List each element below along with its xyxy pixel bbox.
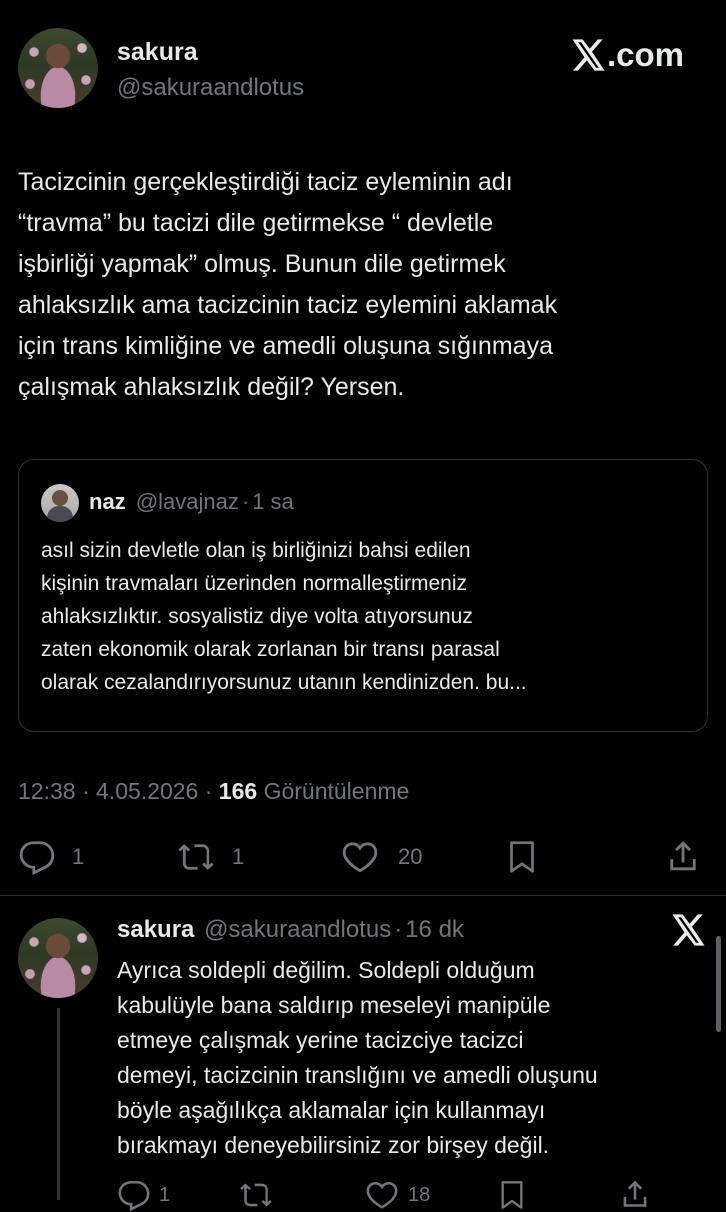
quote-line: zaten ekonomik olarak zorlanan bir trans… [41, 638, 500, 661]
bookmark-button[interactable] [504, 838, 540, 876]
share-icon [623, 1180, 647, 1207]
reply-line: demeyi, tacizcinin translığını ve amedli… [117, 1062, 598, 1088]
avatar[interactable] [18, 918, 98, 998]
tweet-line: Tacizcinin gerçekleştirdiği taciz eylemi… [18, 168, 513, 196]
quote-line: kişinin travmaları üzerinden normalleşti… [41, 572, 467, 595]
tweet-time[interactable]: 12:38 [18, 778, 76, 804]
views-label: Görüntülenme [263, 778, 410, 804]
reply-icon [19, 841, 55, 876]
tweet-line: ahlaksızlık ama tacizcinin taciz eylemin… [18, 291, 558, 319]
reply-header: sakura @sakuraandlotus · 16 dk [117, 916, 464, 944]
tweet-line: işbirliği yapmak” olmuş. Bunun dile geti… [18, 250, 506, 278]
meta-dot: · [81, 778, 90, 804]
tweet-date[interactable]: 4.05.2026 [96, 778, 198, 804]
tweet-line: “travma” bu tacizi dile getirmekse “ dev… [18, 209, 494, 237]
reply-x-logo[interactable] [672, 914, 706, 951]
quote-handle[interactable]: @lavajnaz [136, 489, 239, 514]
like-button[interactable]: 20 [340, 838, 422, 876]
reply-count: 1 [72, 844, 85, 869]
reply-button[interactable]: 1 [18, 838, 84, 876]
quote-line: ahlaksızlıktır. sosyalistiz diye volta a… [41, 605, 473, 628]
divider [0, 895, 726, 896]
reply-reply-button[interactable]: 1 [117, 1178, 170, 1212]
heart-icon [366, 1181, 398, 1209]
quoted-tweet[interactable]: naz @lavajnaz · 1 sa asıl sizin devletle o… [18, 459, 708, 732]
bookmark-icon [510, 841, 534, 873]
user-handle[interactable]: @sakuraandlotus [117, 74, 304, 102]
quote-time[interactable]: 1 sa [252, 489, 294, 514]
quote-dot: · [241, 489, 250, 514]
reply-share-button[interactable] [618, 1176, 652, 1212]
heart-icon [342, 842, 378, 873]
brand-domain: .com [607, 36, 685, 73]
share-icon [670, 841, 696, 871]
reply-display-name[interactable]: sakura [117, 916, 194, 943]
reply-reply-count: 1 [159, 1183, 171, 1206]
quote-header: naz @lavajnaz · 1 sa [89, 489, 294, 515]
reply-line: böyle aşağılıkça aklamalar için kullanma… [117, 1097, 546, 1123]
scrollbar[interactable] [716, 936, 721, 1032]
avatar[interactable] [18, 28, 98, 108]
x-logo-icon [572, 39, 605, 71]
reply-retweet-button[interactable] [238, 1178, 274, 1212]
reply-like-count: 18 [408, 1183, 431, 1206]
reply-icon [118, 1180, 150, 1212]
like-count: 20 [398, 844, 423, 869]
bookmark-icon [501, 1181, 523, 1209]
retweet-count: 1 [232, 844, 245, 869]
tweet-line: çalışmak ahlaksızlık değil? Yersen. [18, 373, 405, 401]
share-button[interactable] [664, 836, 702, 876]
reply-line: bırakmayı deneyebilirsiniz zor birşey de… [117, 1132, 550, 1158]
reply-dot: · [394, 916, 403, 943]
x-brand: .com [572, 36, 684, 74]
tweet-line: için trans kimliğine ve amedli oluşuna s… [18, 332, 553, 360]
reply-line: Ayrıca soldepli değilim. Soldepli olduğu… [117, 957, 535, 983]
views-count: 166 [218, 778, 258, 804]
reply-bookmark-button[interactable] [496, 1178, 528, 1212]
retweet-icon [178, 844, 214, 870]
quote-line: asıl sizin devletle olan iş birliğinizi … [41, 539, 471, 562]
quote-display-name[interactable]: naz [89, 489, 126, 514]
reply-text: Ayrıca soldepli değilim. Soldepli olduğu… [117, 953, 707, 1163]
reply-handle[interactable]: @sakuraandlotus [204, 916, 391, 943]
quote-avatar[interactable] [41, 484, 79, 522]
meta-dot: · [204, 778, 213, 804]
display-name[interactable]: sakura [117, 38, 198, 67]
reply-line: etmeye çalışmak yerine tacizciye tacizci [117, 1027, 524, 1053]
tweet-meta: 12:38 · 4.05.2026 · 166 Görüntülenme [18, 778, 409, 805]
quote-text: asıl sizin devletle olan iş birliğinizi … [41, 534, 691, 699]
reply-like-button[interactable]: 18 [364, 1178, 430, 1212]
tweet-text: Tacizcinin gerçekleştirdiği taciz eylemi… [18, 162, 708, 408]
reply-line: kabulüyle bana saldırıp meseleyi manipül… [117, 992, 551, 1018]
thread-line [57, 1008, 60, 1200]
x-logo-icon [672, 914, 705, 946]
reply-time[interactable]: 16 dk [405, 916, 464, 943]
retweet-icon [240, 1183, 272, 1207]
retweet-button[interactable]: 1 [176, 838, 244, 876]
quote-line: olarak cezalandırıyorsunuz utanın kendin… [41, 671, 527, 694]
